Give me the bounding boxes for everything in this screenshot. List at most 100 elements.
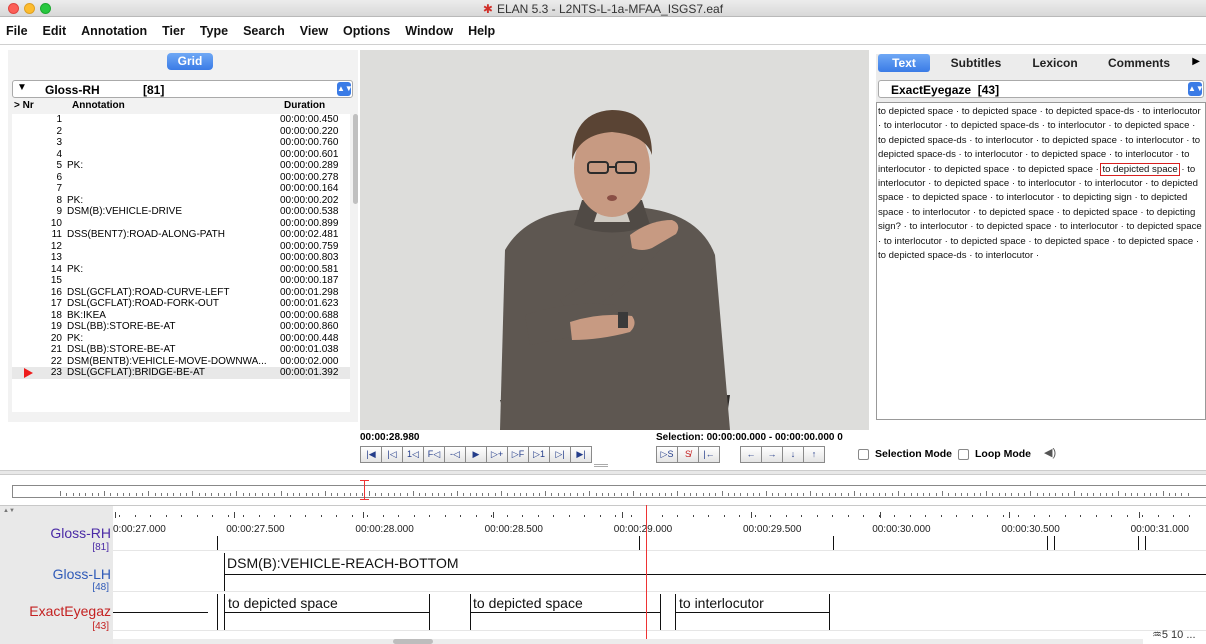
table-row[interactable]: 1 00:00:00.450 [12,114,350,126]
table-row[interactable]: 14 PK: 00:00:00.581 [12,264,350,276]
sort-arrows-icon[interactable]: ▲▼ [3,508,15,514]
annotation-boundary[interactable] [639,536,640,550]
go-to-end-button[interactable]: ▶| [570,446,592,463]
annotation-boundary[interactable] [1054,536,1055,550]
table-row[interactable]: 22 DSM(BENTB):VEHICLE-MOVE-DOWNWA... 00:00… [12,356,350,368]
grid-tier-select[interactable]: ▼ Gloss-RH [81] ▲▼ [12,80,353,98]
tier-label-gloss-rh[interactable]: Gloss-RH [50,525,111,541]
row-annotation[interactable]: PK: [67,160,277,172]
menu-options[interactable]: Options [343,24,390,38]
select-stepper-icon[interactable]: ▲▼ [1188,82,1204,96]
annotation-boundary[interactable] [1138,536,1139,550]
table-row[interactable]: 4 00:00:00.601 [12,149,350,161]
row-annotation[interactable]: DSS(BENT7):ROAD-ALONG-PATH [67,229,277,241]
row-annotation[interactable]: BK:IKEA [67,310,277,322]
previous-frame-button[interactable]: F◁ [423,446,445,463]
previous-scroll-view-button[interactable]: |◁ [381,446,403,463]
zoom-level[interactable]: ♒5 10 ... [1152,628,1196,641]
timeline-crosshair[interactable] [646,505,647,644]
annotation-boundary[interactable] [429,594,430,630]
tab-text[interactable]: Text [878,54,930,72]
row-annotation[interactable]: DSL(GCFLAT):ROAD-CURVE-LEFT [67,287,277,299]
video-viewer[interactable] [360,50,869,430]
table-row[interactable]: 2 00:00:00.220 [12,126,350,138]
play-selection-button[interactable]: ▷S [656,446,678,463]
panel-resize-grip[interactable] [594,464,608,467]
column-duration[interactable]: Duration [284,100,325,111]
next-frame-button[interactable]: ▷F [507,446,529,463]
previous-annotation-button[interactable]: ← [740,446,762,463]
timeline-tracks[interactable]: DSM(B):VEHICLE-REACH-BOTTOM to depicted … [113,506,1206,644]
menu-help[interactable]: Help [468,24,495,38]
eye-annotation-2[interactable]: to depicted space [473,595,583,611]
eye-annotation-3[interactable]: to interlocutor [679,595,764,611]
clear-selection-button[interactable]: S̸ [677,446,699,463]
toggle-selection-edge-button[interactable]: |← [698,446,720,463]
tab-grid[interactable]: Grid [167,53,213,70]
row-annotation[interactable]: PK: [67,195,277,207]
table-row[interactable]: 3 00:00:00.760 [12,137,350,149]
table-row[interactable]: 9 DSM(B):VEHICLE-DRIVE 00:00:00.538 [12,206,350,218]
text-tier-select[interactable]: ExactEyegaze [43] ▲▼ [878,80,1204,98]
lh-annotation[interactable]: DSM(B):VEHICLE-REACH-BOTTOM [227,555,459,571]
loop-mode-checkbox[interactable] [958,448,969,460]
overview-crosshair[interactable] [364,480,365,500]
annotation-boundary[interactable] [1047,536,1048,550]
next-second-button[interactable]: ▷1 [528,446,550,463]
annotation-boundary[interactable] [224,553,225,591]
column-nr[interactable]: > Nr [14,100,34,111]
go-to-begin-button[interactable]: |◀ [360,446,382,463]
table-row[interactable]: 20 PK: 00:00:00.448 [12,333,350,345]
loop-mode-toggle[interactable]: Loop Mode [958,448,1031,460]
annotation-boundary[interactable] [833,536,834,550]
previous-second-button[interactable]: 1◁ [402,446,424,463]
next-annotation-button[interactable]: → [761,446,783,463]
row-annotation[interactable]: DSM(BENTB):VEHICLE-MOVE-DOWNWA... [67,356,277,368]
menu-tier[interactable]: Tier [162,24,185,38]
table-row[interactable]: 7 00:00:00.164 [12,183,350,195]
next-scroll-view-button[interactable]: ▷| [549,446,571,463]
column-annotation[interactable]: Annotation [72,100,125,111]
eye-annotation-1[interactable]: to depicted space [228,595,338,611]
table-row[interactable]: 17 DSL(GCFLAT):ROAD-FORK-OUT 00:00:01.623 [12,298,350,310]
play-button[interactable]: ▶ [465,446,487,463]
menu-type[interactable]: Type [200,24,228,38]
table-row[interactable]: 5 PK: 00:00:00.289 [12,160,350,172]
tab-subtitles[interactable]: Subtitles [944,54,1008,72]
annotation-boundary[interactable] [1145,536,1146,550]
table-row[interactable]: 19 DSL(BB):STORE-BE-AT 00:00:00.860 [12,321,350,333]
table-row[interactable]: 8 PK: 00:00:00.202 [12,195,350,207]
panel-divider[interactable] [0,470,1206,475]
tab-comments[interactable]: Comments [1104,54,1174,72]
selection-mode-toggle[interactable]: Selection Mode [858,448,952,460]
overview-timeline[interactable] [0,478,1206,504]
table-row[interactable]: 23 DSL(GCFLAT):BRIDGE-BE-AT 00:00:01.392 [12,367,350,379]
tier-down-button[interactable]: ↓ [782,446,804,463]
row-annotation[interactable]: DSL(GCFLAT):BRIDGE-BE-AT [67,367,277,379]
menu-view[interactable]: View [300,24,328,38]
menu-edit[interactable]: Edit [43,24,67,38]
row-annotation[interactable]: DSL(BB):STORE-BE-AT [67,321,277,333]
previous-ms-button[interactable]: -◁ [444,446,466,463]
table-row[interactable]: 10 00:00:00.899 [12,218,350,230]
table-row[interactable]: 11 DSS(BENT7):ROAD-ALONG-PATH 00:00:02.481 [12,229,350,241]
row-annotation[interactable]: PK: [67,264,277,276]
row-annotation[interactable]: DSM(B):VEHICLE-DRIVE [67,206,277,218]
selection-mode-checkbox[interactable] [858,448,869,460]
menu-annotation[interactable]: Annotation [81,24,147,38]
scrollbar-thumb[interactable] [393,639,433,644]
grid-scrollbar[interactable] [353,114,358,204]
menu-file[interactable]: File [6,24,28,38]
table-row[interactable]: 13 00:00:00.803 [12,252,350,264]
tabs-more-arrow-icon[interactable]: ▶ [1192,56,1200,67]
row-annotation[interactable]: PK: [67,333,277,345]
annotation-boundary[interactable] [660,594,661,630]
tab-lexicon[interactable]: Lexicon [1024,54,1086,72]
row-annotation[interactable]: DSL(BB):STORE-BE-AT [67,344,277,356]
next-ms-button[interactable]: ▷+ [486,446,508,463]
annotation-boundary[interactable] [217,536,218,550]
annotation-boundary[interactable] [829,594,830,630]
tier-label-gloss-lh[interactable]: Gloss-LH [53,566,111,582]
select-stepper-icon[interactable]: ▲▼ [337,82,353,96]
table-row[interactable]: 18 BK:IKEA 00:00:00.688 [12,310,350,322]
